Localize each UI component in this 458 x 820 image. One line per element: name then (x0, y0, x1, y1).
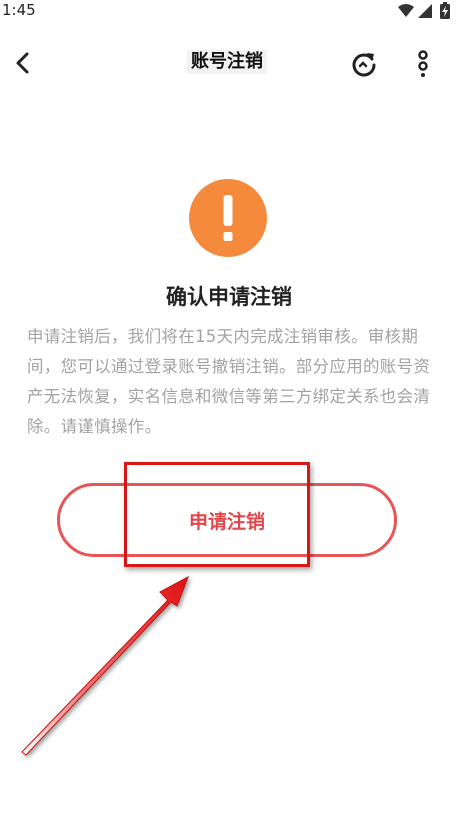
refresh-icon (352, 53, 376, 77)
deactivation-description: 申请注销后，我们将在15天内完成注销审核。审核期间，您可以通过登录账号撤销注销。… (27, 327, 431, 436)
wifi-icon (398, 4, 414, 17)
status-icons (396, 2, 454, 20)
top-app-bar: 账号注销 (0, 38, 458, 90)
more-vertical-icon (418, 50, 428, 77)
battery-charging-icon (440, 2, 450, 19)
chevron-left-icon (16, 52, 29, 74)
status-bar: 1:45 (0, 0, 458, 22)
warning-exclamation-icon (189, 179, 267, 257)
status-time: 1:45 (2, 1, 36, 19)
exclamation-icon (223, 195, 233, 241)
back-button[interactable] (10, 50, 36, 76)
refresh-button[interactable] (350, 50, 378, 78)
page-title: 账号注销 (187, 50, 267, 74)
apply-deactivation-button[interactable]: 申请注销 (57, 483, 397, 557)
more-options-button[interactable] (412, 49, 434, 79)
confirm-heading: 确认申请注销 (166, 285, 292, 309)
apply-deactivation-label: 申请注销 (188, 510, 265, 533)
signal-icon (418, 4, 432, 18)
